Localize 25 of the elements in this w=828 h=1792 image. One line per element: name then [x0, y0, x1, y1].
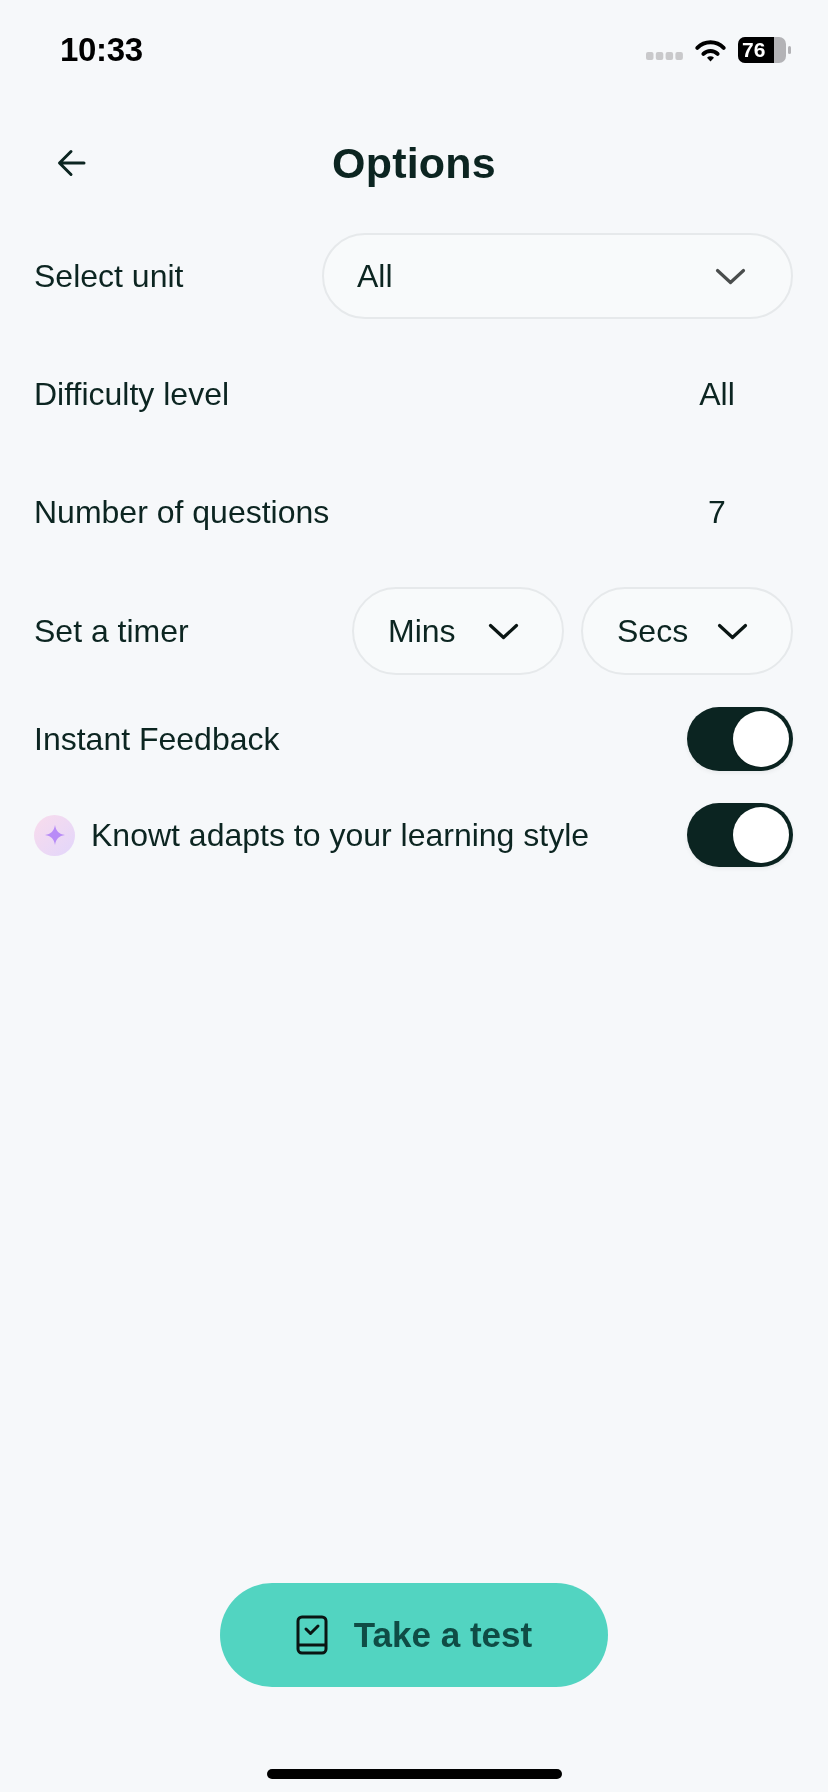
option-label: Set a timer: [34, 612, 189, 650]
dropdown[interactable]: Secs: [581, 587, 793, 675]
signal-icon: [646, 52, 683, 60]
option-label: Instant Feedback: [34, 720, 280, 758]
status-time: 10:33: [60, 31, 143, 69]
option-label: Knowt adapts to your learning style: [91, 816, 590, 854]
dropdown[interactable]: Mins: [352, 587, 564, 675]
page-title: Options: [332, 138, 496, 188]
back-arrow-icon[interactable]: [57, 149, 86, 177]
option-value: All: [698, 375, 736, 413]
option-label: Difficulty level: [34, 375, 230, 413]
chevron-down-icon: [717, 622, 748, 640]
option-value: 7: [707, 493, 727, 531]
toggle-switch[interactable]: [687, 707, 793, 771]
chevron-down-icon: [488, 622, 519, 640]
chevron-down-icon: [715, 267, 746, 285]
take-test-button[interactable]: Take a test: [220, 1583, 608, 1687]
toggle-switch[interactable]: [687, 803, 793, 867]
battery-icon: [738, 37, 791, 63]
option-label: Select unit: [34, 257, 184, 295]
option-label: Number of questions: [34, 493, 330, 531]
book-check-icon: [295, 1615, 328, 1655]
dropdown[interactable]: All: [322, 233, 793, 319]
wifi-icon: [694, 38, 727, 62]
battery-percentage: 76: [742, 37, 766, 63]
